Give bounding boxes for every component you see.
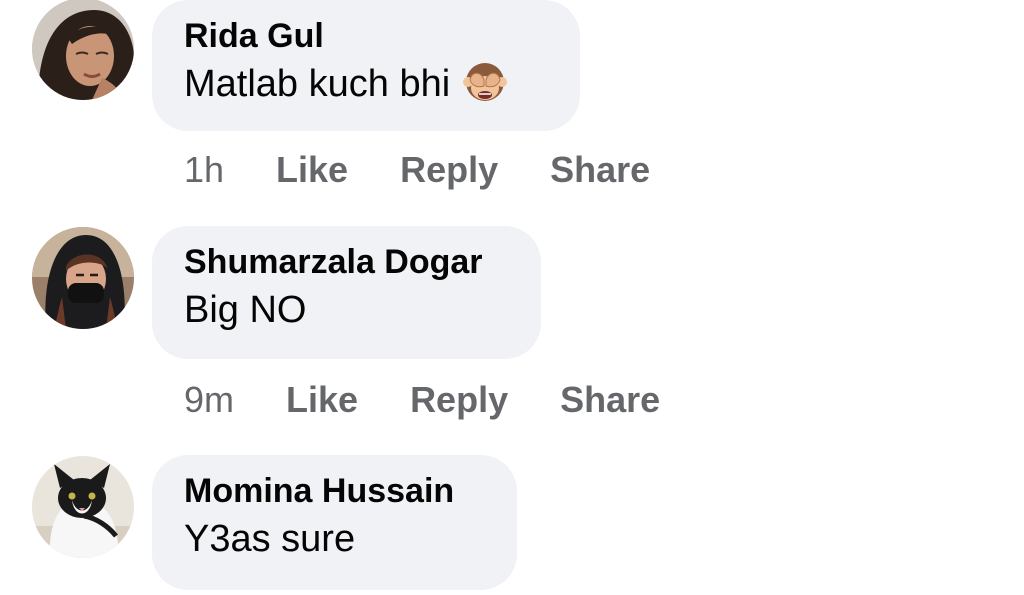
like-button[interactable]: Like <box>276 149 348 191</box>
comment-list: Rida Gul Matlab kuch bhi 1h Like Reply S… <box>0 0 1024 595</box>
comment-text: Y3as sure <box>184 518 356 560</box>
comment-timestamp[interactable]: 1h <box>184 149 224 191</box>
profile-photo-icon <box>32 227 134 329</box>
comment-text: Big NO <box>184 289 307 331</box>
avatar[interactable] <box>32 456 134 558</box>
comment-timestamp[interactable]: 9m <box>184 379 234 421</box>
reply-button[interactable]: Reply <box>410 379 508 421</box>
see-no-evil-monkey-icon <box>463 63 508 101</box>
profile-photo-icon <box>32 456 134 558</box>
comment-bubble: Shumarzala Dogar Big NO <box>152 226 541 359</box>
comment-bubble: Momina Hussain Y3as sure <box>152 455 517 590</box>
like-button[interactable]: Like <box>286 379 358 421</box>
share-button[interactable]: Share <box>550 149 650 191</box>
avatar[interactable] <box>32 0 134 100</box>
comment-bubble: Rida Gul Matlab kuch bhi <box>152 0 580 131</box>
comment-author[interactable]: Rida Gul <box>184 14 548 58</box>
comment-actions: 9m Like Reply Share <box>184 378 660 422</box>
comment-author[interactable]: Momina Hussain <box>184 469 485 513</box>
reply-button[interactable]: Reply <box>400 149 498 191</box>
comment-text: Matlab kuch bhi <box>184 58 548 110</box>
comment-author[interactable]: Shumarzala Dogar <box>184 240 509 284</box>
avatar[interactable] <box>32 227 134 329</box>
share-button[interactable]: Share <box>560 379 660 421</box>
profile-photo-icon <box>32 0 134 100</box>
comment-actions: 1h Like Reply Share <box>184 148 650 192</box>
